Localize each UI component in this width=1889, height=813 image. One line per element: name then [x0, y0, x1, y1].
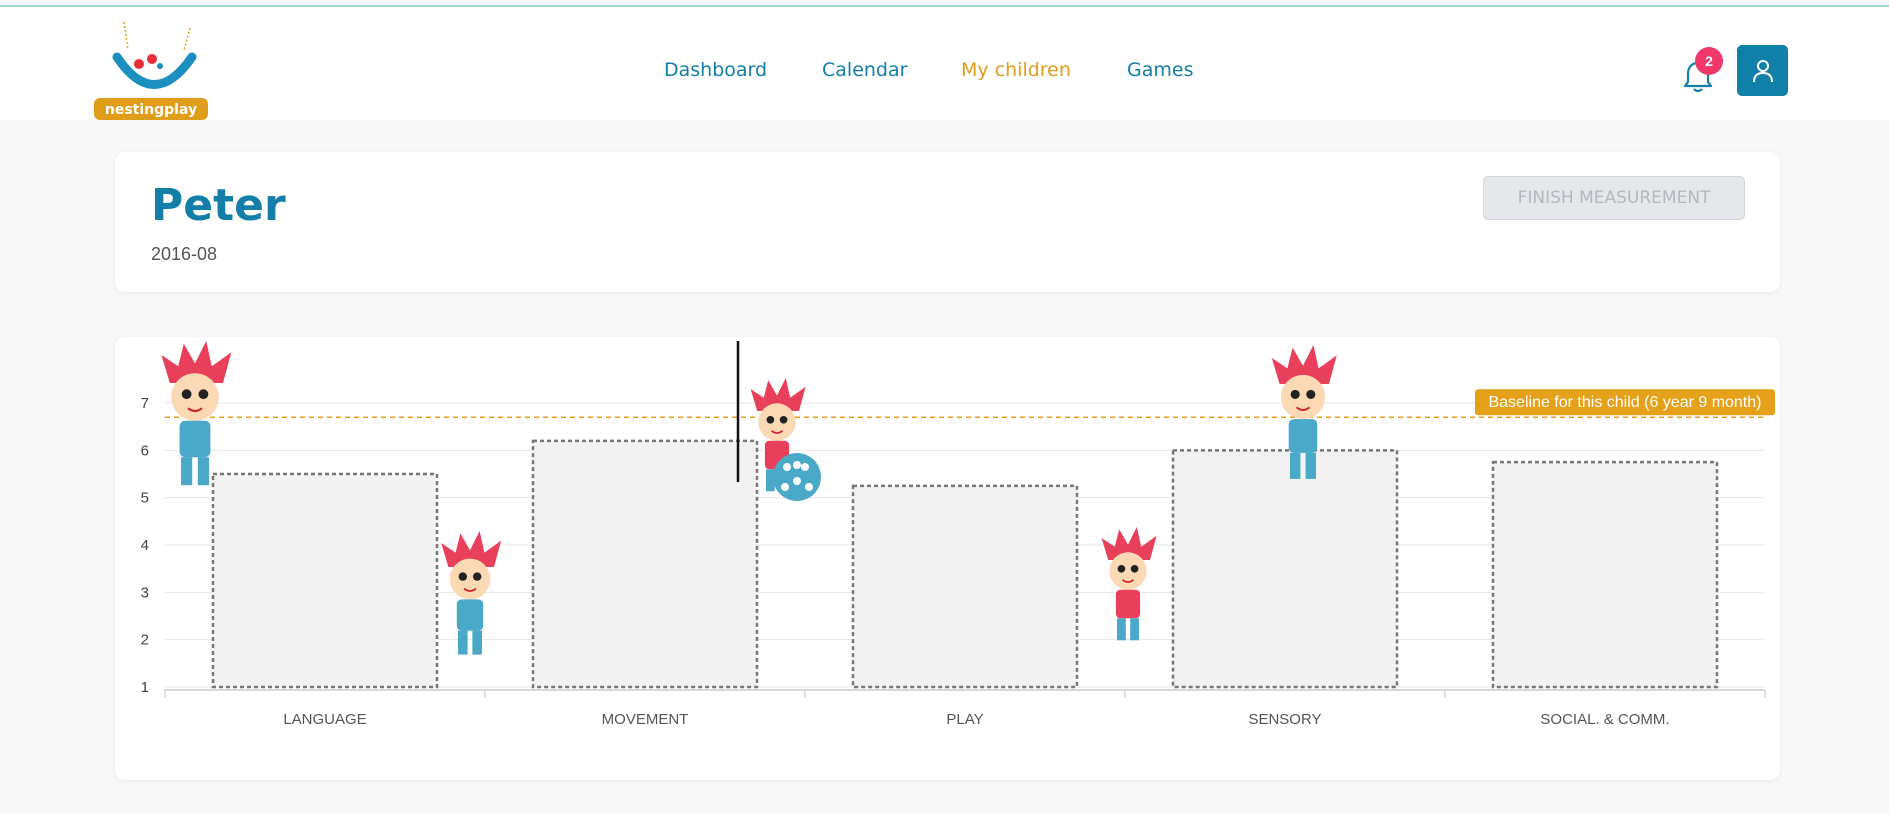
x-tick-label: PLAY: [946, 711, 983, 728]
profile-button[interactable]: [1737, 45, 1788, 96]
y-tick-label: 5: [141, 490, 149, 507]
bar-movement: [531, 439, 759, 689]
nav-games[interactable]: Games: [1127, 59, 1193, 81]
ball-dot: [783, 463, 791, 471]
child-info-card: Peter 2016-08 FINISH MEASUREMENT: [115, 152, 1780, 292]
x-tick-label: SOCIAL. & COMM.: [1540, 711, 1669, 728]
y-tick-label: 3: [141, 584, 149, 601]
girl-illustration: [1101, 527, 1157, 641]
nav-dashboard[interactable]: Dashboard: [664, 59, 767, 81]
x-tick-label: LANGUAGE: [283, 711, 366, 728]
user-icon: [1752, 59, 1773, 82]
x-tick-label: SENSORY: [1248, 711, 1321, 728]
child-birth-date: 2016-08: [151, 244, 218, 264]
y-tick-label: 1: [141, 679, 149, 696]
ball-dot: [793, 461, 801, 469]
peeking-boy-illustration: [161, 341, 232, 486]
y-tick-label: 2: [141, 632, 149, 649]
bar-play: [851, 484, 1079, 689]
ball-dot: [793, 477, 801, 485]
logo-wordmark: nestingplay: [105, 102, 197, 118]
development-chart-card: 1 2 3 4 5 6 7 LANGUAGE MOVEMENT PLAY SENSORY SOCIAL…: [115, 337, 1780, 780]
child-name: Peter: [151, 180, 286, 231]
main-nav: Dashboard Calendar My children Games: [0, 59, 1889, 89]
development-chart: 1 2 3 4 5 6 7 LANGUAGE MOVEMENT PLAY SENSORY SOCIAL…: [141, 341, 1775, 728]
ball-dot: [805, 483, 813, 491]
ball-dot: [801, 463, 809, 471]
notification-badge: 2: [1695, 47, 1723, 75]
x-tick-label: MOVEMENT: [602, 711, 689, 728]
y-tick-label: 7: [141, 395, 149, 412]
y-tick-label: 4: [141, 537, 149, 554]
nav-calendar[interactable]: Calendar: [822, 59, 907, 81]
bar-sensory: [1171, 449, 1399, 689]
header: nestingplay Dashboard Calendar My childr…: [0, 7, 1889, 120]
finish-measurement-button[interactable]: FINISH MEASUREMENT: [1483, 176, 1745, 220]
baseline-label: Baseline for this child (6 year 9 month): [1488, 394, 1761, 411]
ball-dot: [781, 483, 789, 491]
nav-my-children[interactable]: My children: [961, 59, 1071, 81]
y-tick-label: 6: [141, 442, 149, 459]
bar-social-comm-: [1491, 460, 1719, 689]
bar-language: [211, 472, 439, 689]
